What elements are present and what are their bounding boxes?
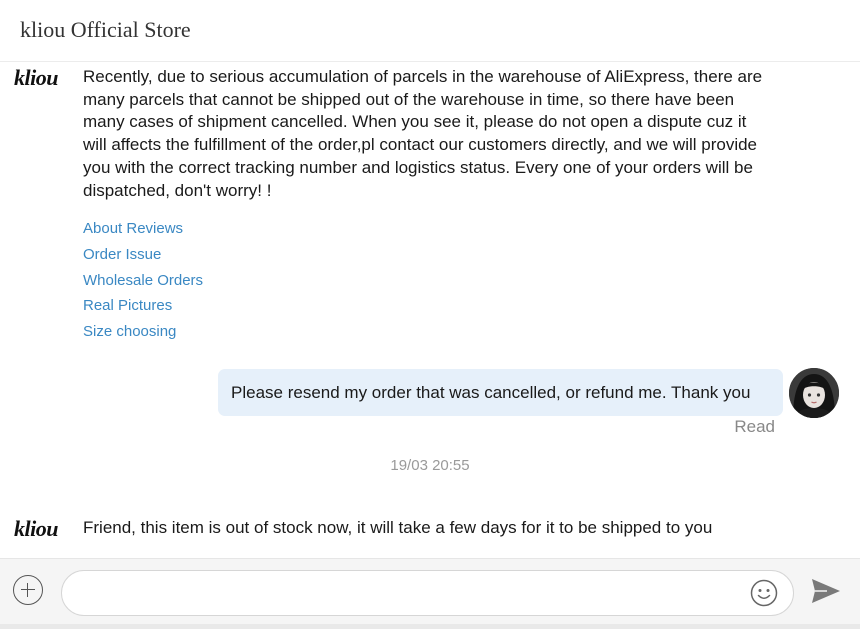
user-message-text: Please resend my order that was cancelle… bbox=[231, 382, 751, 402]
user-message-bubble: Please resend my order that was cancelle… bbox=[218, 369, 783, 416]
bottom-divider bbox=[0, 624, 860, 629]
quick-link-order-issue[interactable]: Order Issue bbox=[83, 245, 203, 271]
quick-link-about-reviews[interactable]: About Reviews bbox=[83, 219, 203, 245]
store-logo: kliou bbox=[14, 516, 58, 541]
avatar-image bbox=[789, 368, 839, 418]
plus-icon[interactable] bbox=[13, 575, 43, 605]
send-icon[interactable] bbox=[810, 576, 842, 606]
chat-header: kliou Official Store bbox=[0, 0, 860, 62]
message-input-container bbox=[61, 570, 794, 616]
store-name: kliou Official Store bbox=[20, 17, 191, 42]
seller-reply-message: Friend, this item is out of stock now, i… bbox=[83, 518, 713, 537]
quick-link-size-choosing[interactable]: Size choosing bbox=[83, 322, 203, 348]
message-timestamp: 19/03 20:55 bbox=[390, 457, 470, 474]
read-status: Read bbox=[734, 417, 775, 436]
quick-links: About Reviews Order Issue Wholesale Orde… bbox=[83, 219, 203, 348]
emoji-icon[interactable] bbox=[750, 579, 778, 607]
store-logo: kliou bbox=[14, 65, 58, 90]
message-composer bbox=[0, 558, 860, 629]
message-list[interactable]: kliou Recently, due to serious accumulat… bbox=[0, 62, 860, 558]
message-input[interactable] bbox=[80, 579, 744, 609]
auto-reply-message: Recently, due to serious accumulation of… bbox=[83, 67, 763, 200]
quick-link-real-pictures[interactable]: Real Pictures bbox=[83, 296, 203, 322]
user-avatar[interactable] bbox=[789, 368, 839, 418]
quick-link-wholesale-orders[interactable]: Wholesale Orders bbox=[83, 271, 203, 297]
